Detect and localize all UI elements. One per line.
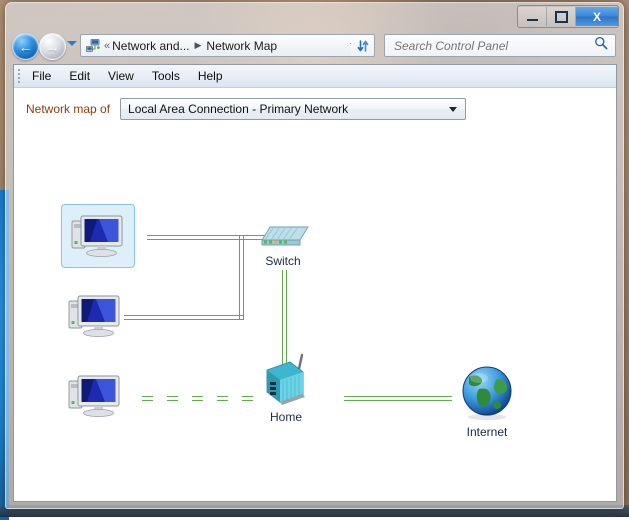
router-icon <box>257 352 315 408</box>
computer-icon <box>66 370 124 420</box>
menu-item-help[interactable]: Help <box>189 67 232 85</box>
window-controls: X <box>517 5 619 28</box>
breadcrumb-separator-icon[interactable]: ▶ <box>195 40 202 51</box>
node-internet[interactable]: Internet <box>457 365 517 428</box>
node-label-switch: Switch <box>223 254 343 268</box>
link-pc1-switch <box>147 235 243 240</box>
switch-icon <box>254 218 312 252</box>
breadcrumb-current[interactable]: Network Map <box>206 39 277 53</box>
address-bar[interactable]: « Network and... ▶ Network Map <box>80 34 365 57</box>
minimize-button[interactable] <box>518 7 547 26</box>
link-home-internet <box>344 396 452 401</box>
maximize-button[interactable] <box>547 7 576 26</box>
node-home-router[interactable]: Home <box>257 352 315 413</box>
node-label-internet: Internet <box>427 425 547 439</box>
search-box[interactable] <box>384 34 616 57</box>
menu-bar: File Edit View Tools Help <box>14 65 616 88</box>
globe-icon <box>457 365 517 423</box>
minimize-icon <box>527 19 538 21</box>
network-map-selector-row: Network map of Local Area Connection - P… <box>14 88 616 130</box>
back-arrow-icon: ← <box>19 40 33 54</box>
network-select[interactable]: Local Area Connection - Primary Network <box>120 98 466 120</box>
grip-dots-icon <box>18 69 20 84</box>
breadcrumb-overflow[interactable]: « <box>104 40 110 52</box>
menu-item-edit[interactable]: Edit <box>60 67 99 85</box>
menu-grip[interactable] <box>14 65 23 87</box>
menu-item-view[interactable]: View <box>99 67 143 85</box>
network-map-of-label: Network map of <box>26 102 110 116</box>
maximize-icon <box>555 11 568 23</box>
node-label-home: Home <box>226 410 346 424</box>
link-riser-vertical <box>239 235 244 320</box>
network-select-value: Local Area Connection - Primary Network <box>128 102 348 116</box>
computer-icon <box>66 290 124 340</box>
back-button[interactable]: ← <box>12 33 39 60</box>
chevron-down-icon[interactable] <box>449 107 457 112</box>
network-map-canvas: Switch <box>14 130 618 502</box>
node-computer-2[interactable] <box>66 290 124 345</box>
network-icon <box>84 39 102 53</box>
breadcrumb-parent[interactable]: Network and... <box>112 39 189 53</box>
menu-item-tools[interactable]: Tools <box>143 67 189 85</box>
link-pc2-switch <box>124 315 243 320</box>
search-icon[interactable] <box>594 36 608 55</box>
refresh-icon <box>356 39 370 53</box>
control-panel-window: X ← → « Network and... ▶ <box>5 2 624 509</box>
close-button[interactable]: X <box>576 7 618 26</box>
forward-arrow-icon: → <box>46 40 60 54</box>
forward-button[interactable]: → <box>39 33 66 60</box>
title-bar[interactable]: X <box>6 3 623 29</box>
computer-icon <box>69 210 127 260</box>
navigation-toolbar: ← → « Network and... ▶ Network Map <box>6 29 623 63</box>
history-dropdown-icon[interactable] <box>67 41 77 46</box>
node-switch[interactable]: Switch <box>254 218 312 257</box>
window-client-area: File Edit View Tools Help Network map of… <box>13 64 617 502</box>
node-computer-1[interactable] <box>69 210 127 265</box>
node-computer-3[interactable] <box>66 370 124 425</box>
refresh-button[interactable] <box>351 34 375 57</box>
menu-item-file[interactable]: File <box>23 67 60 85</box>
search-input[interactable] <box>392 38 586 54</box>
